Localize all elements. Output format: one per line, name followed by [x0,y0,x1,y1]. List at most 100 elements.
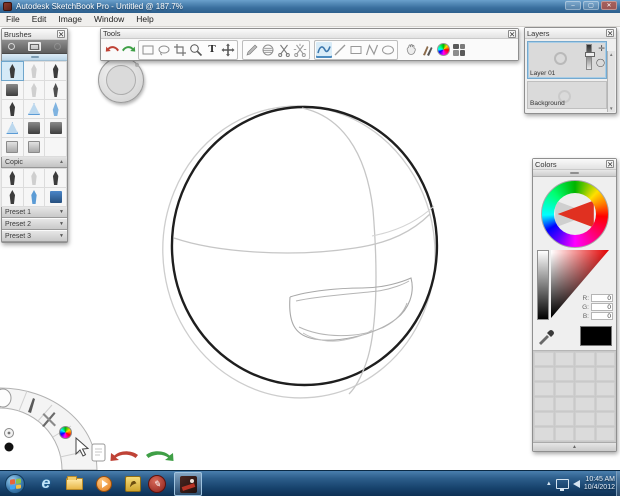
brushes-close-icon[interactable]: ✕ [57,30,65,38]
cut-button[interactable] [276,42,292,58]
show-desktop-button[interactable] [616,471,620,496]
fill-button[interactable] [260,42,276,58]
layer-move-icon[interactable]: ✛ [598,45,605,53]
curve-tool-button[interactable] [316,41,332,58]
grayscale-slider[interactable] [537,250,549,320]
g-value[interactable]: 0 [591,303,613,311]
maximize-button[interactable]: ▢ [583,1,599,10]
brush-swatch[interactable] [44,99,67,119]
taskbar-media-player-button[interactable] [93,474,115,494]
swatch-cell[interactable] [554,397,574,411]
brush-properties-puck[interactable] [98,57,144,103]
swatch-cell[interactable] [575,367,595,381]
brush-swatch[interactable] [22,118,46,138]
rect-select-button[interactable] [140,42,156,58]
lagoon-black-ball-icon[interactable] [4,442,14,452]
swatch-cell[interactable] [554,352,574,366]
volume-icon[interactable] [572,480,580,488]
brush-tab-library-icon[interactable] [27,42,41,51]
lagoon-doc-icon[interactable] [91,443,106,462]
network-icon[interactable] [555,479,569,491]
tools-panel-titlebar[interactable]: Tools ✕ [101,29,518,39]
move-button[interactable] [220,42,236,58]
brush-swatch[interactable] [22,61,46,81]
taskbar-explorer-button[interactable] [63,474,85,494]
brush-swatch[interactable] [22,99,46,119]
layers-scrollbar[interactable]: ▲ ▼ [607,51,615,112]
swatch-cell[interactable] [534,382,554,396]
preset-1-bar[interactable]: Preset 1 ▼ [2,206,67,218]
undo-button[interactable] [104,42,120,58]
layers-close-icon[interactable]: ✕ [606,29,614,37]
swatch-cell[interactable] [534,397,554,411]
close-button[interactable]: ✕ [601,1,617,10]
window-titlebar[interactable]: Autodesk SketchBook Pro - Untitled @ 187… [0,0,620,14]
swatch-cell[interactable] [534,352,554,366]
ellipse-tool-button[interactable] [380,42,396,58]
brush-swatch[interactable] [22,80,46,100]
zoom-button[interactable] [188,42,204,58]
brush-swatch-selected[interactable] [1,61,24,81]
tray-expand-icon[interactable]: ▲ [546,481,552,487]
swatch-cell[interactable] [554,367,574,381]
swatch-cell[interactable] [534,427,554,441]
brush-swatch[interactable] [22,187,46,207]
swatch-cell[interactable] [575,427,595,441]
current-color-swatch[interactable] [580,326,612,346]
copic-section-header[interactable]: Copic ▲ [2,156,67,168]
minimize-button[interactable]: – [565,1,581,10]
puck-dial[interactable] [106,65,136,95]
swatch-cell[interactable] [595,397,615,411]
pencil-button[interactable] [244,42,260,58]
taskbar-ie-button[interactable]: e [35,474,57,494]
menu-edit[interactable]: Edit [26,13,53,26]
brush-swatch[interactable] [22,168,46,188]
menu-file[interactable]: File [0,13,26,26]
swatch-cell[interactable] [595,427,615,441]
swatch-cell[interactable] [595,382,615,396]
start-button[interactable] [5,474,25,494]
brushes-panel-titlebar[interactable]: Brushes ✕ [2,29,67,40]
taskbar-app-red-button[interactable]: ✎ [146,474,168,494]
swatch-cell[interactable] [554,412,574,426]
swatch-cell[interactable] [554,427,574,441]
swatch-cell[interactable] [595,367,615,381]
brush-swatch[interactable] [44,187,67,207]
brush-swatch[interactable] [44,118,67,138]
lagoon-color-wheel-icon[interactable] [59,426,72,439]
line-tool-button[interactable] [332,42,348,58]
menu-image[interactable]: Image [52,13,88,26]
layer-row-background[interactable]: Background [527,81,607,109]
lagoon-ellipse-icon[interactable] [0,388,12,408]
layer-options-icon[interactable]: ◯ [596,59,605,67]
swatch-cell[interactable] [575,382,595,396]
taskbar-app-yellow-button[interactable] [122,474,144,494]
brush-swatch[interactable] [22,137,46,157]
menu-window[interactable]: Window [88,13,130,26]
lagoon-toolbar[interactable] [0,386,106,470]
tools-close-icon[interactable]: ✕ [508,29,516,38]
preset-3-bar[interactable]: Preset 3 ▼ [2,230,67,242]
swatch-cell[interactable] [595,352,615,366]
lagoon-redo-icon[interactable] [146,451,174,461]
brush-swatch[interactable] [1,118,24,138]
brush-swatch[interactable] [1,168,24,188]
taskbar-clock[interactable]: 10:45 AM 10/4/2012 [584,476,615,493]
swatch-cell[interactable] [554,382,574,396]
swatch-cell[interactable] [575,397,595,411]
polyline-tool-button[interactable] [364,42,380,58]
layer-row-active[interactable]: ✛ ◯ Layer 01 [527,41,607,79]
brush-swatch-empty[interactable] [44,137,67,157]
crop-button[interactable] [172,42,188,58]
brush-swatch[interactable] [44,61,67,81]
menu-help[interactable]: Help [130,13,159,26]
swatch-cell[interactable] [575,412,595,426]
redo-button[interactable] [120,42,136,58]
lagoon-arc[interactable] [0,387,98,470]
layers-panel-titlebar[interactable]: Layers ✕ [525,28,616,39]
brush-tab-round-icon[interactable] [8,43,16,50]
brush-swatch[interactable] [1,80,24,100]
layer-opacity-slider[interactable] [585,44,595,70]
taskbar-sketchbook-button-active[interactable] [174,472,202,496]
colors-close-icon[interactable]: ✕ [606,160,614,168]
